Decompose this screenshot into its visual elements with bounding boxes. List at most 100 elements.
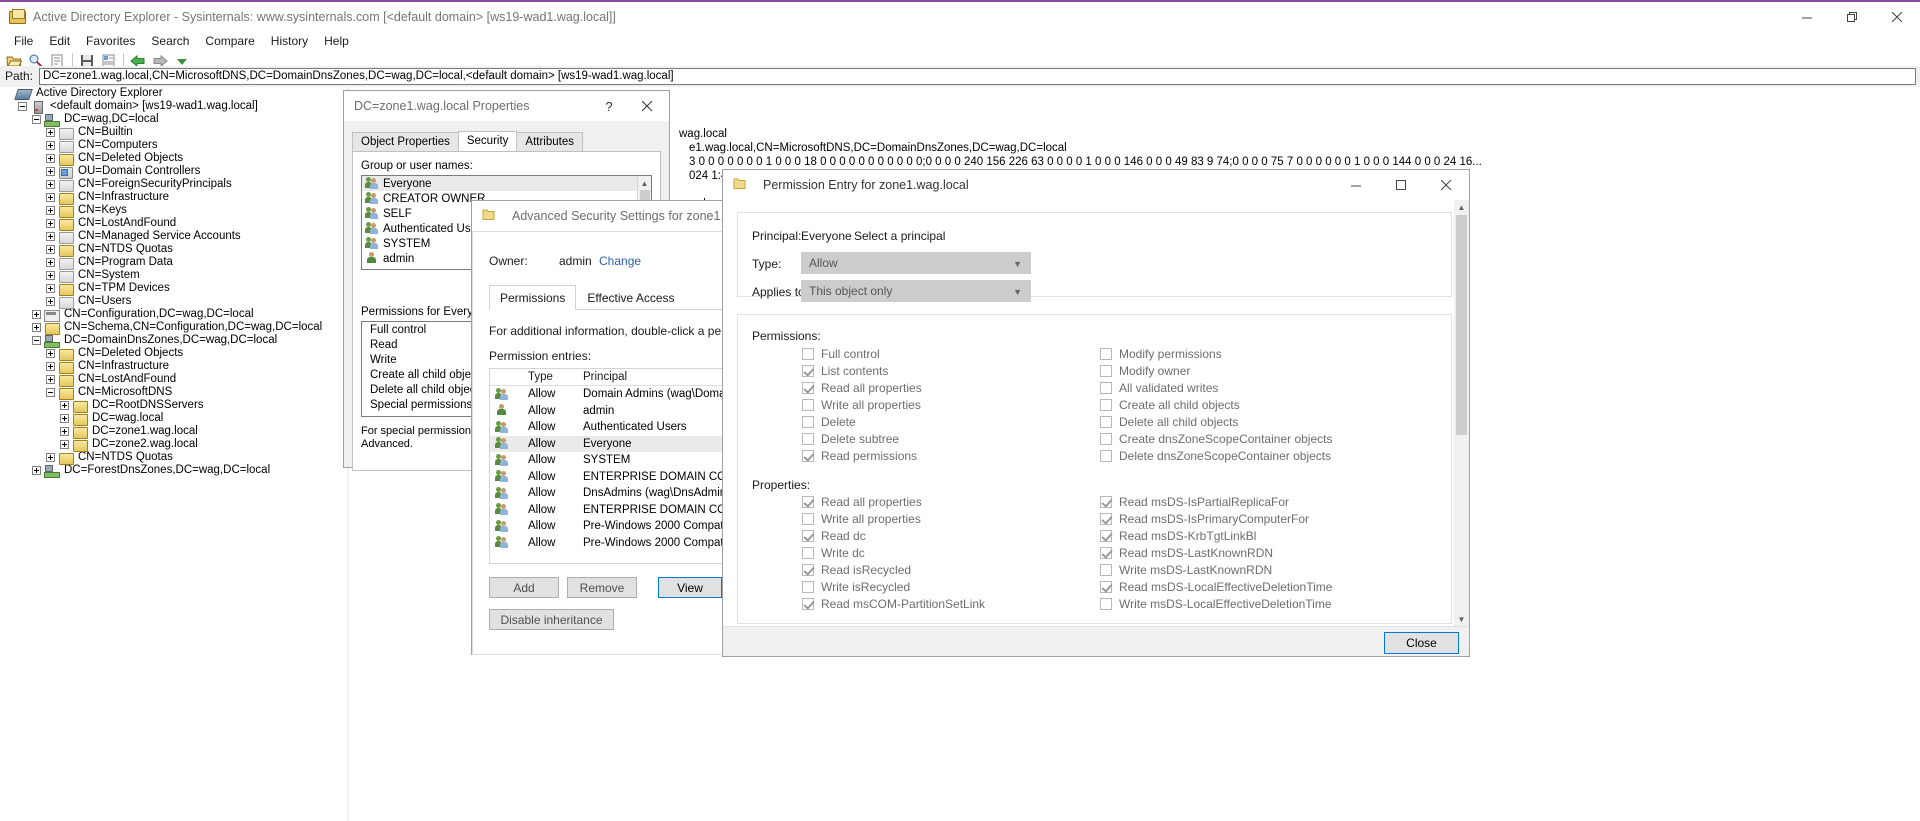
tab-effective-access[interactable]: Effective Access — [576, 285, 685, 310]
permission-checkbox-row[interactable]: Read msDS-KrbTgtLinkBl — [1100, 529, 1256, 543]
tab-object-properties[interactable]: Object Properties — [352, 132, 459, 151]
tree-item[interactable]: CN=NTDS Quotas — [0, 451, 348, 465]
scroll-down-icon[interactable]: ▼ — [1454, 612, 1469, 627]
permission-checkbox-row[interactable]: List contents — [802, 364, 888, 378]
close-button[interactable]: Close — [1384, 632, 1459, 654]
expand-icon[interactable] — [46, 297, 55, 306]
collapse-icon[interactable] — [46, 388, 55, 397]
permission-checkbox-row[interactable]: Read all properties — [802, 381, 922, 395]
tree-item[interactable]: DC=RootDNSServers — [0, 399, 348, 413]
tree-item[interactable]: CN=Infrastructure — [0, 191, 348, 205]
permission-checkbox-row[interactable]: Modify permissions — [1100, 347, 1222, 361]
permission-checkbox-row[interactable]: Full control — [802, 347, 880, 361]
checked-checkbox-icon[interactable] — [802, 564, 814, 576]
unchecked-checkbox-icon[interactable] — [802, 581, 814, 593]
permission-checkbox-row[interactable]: Write msDS-LocalEffectiveDeletionTime — [1100, 597, 1332, 611]
scroll-up-icon[interactable]: ▲ — [1454, 200, 1469, 215]
permission-checkbox-row[interactable]: All validated writes — [1100, 381, 1218, 395]
expand-icon[interactable] — [32, 323, 41, 332]
permission-checkbox-row[interactable]: Read msCOM-PartitionSetLink — [802, 597, 985, 611]
menu-edit[interactable]: Edit — [41, 33, 78, 49]
expand-icon[interactable] — [46, 232, 55, 241]
tab-security[interactable]: Security — [457, 131, 518, 151]
help-icon[interactable]: ? — [593, 91, 625, 121]
expand-icon[interactable] — [46, 258, 55, 267]
close-icon[interactable] — [625, 91, 669, 121]
expand-icon[interactable] — [46, 362, 55, 371]
permission-checkbox-row[interactable]: Read isRecycled — [802, 563, 911, 577]
checked-checkbox-icon[interactable] — [1100, 530, 1112, 542]
tree-item[interactable]: DC=ForestDnsZones,DC=wag,DC=local — [0, 464, 348, 478]
owner-change-link[interactable]: Change — [599, 254, 641, 268]
unchecked-checkbox-icon[interactable] — [802, 433, 814, 445]
permission-checkbox-row[interactable]: Read msDS-LastKnownRDN — [1100, 546, 1273, 560]
remove-button[interactable]: Remove — [567, 577, 637, 598]
permission-checkbox-row[interactable]: Read msDS-IsPartialReplicaFor — [1100, 495, 1289, 509]
expand-icon[interactable] — [60, 401, 69, 410]
permission-checkbox-row[interactable]: Create dnsZoneScopeContainer objects — [1100, 432, 1332, 446]
restore-icon[interactable] — [1830, 2, 1875, 32]
expand-icon[interactable] — [60, 414, 69, 423]
unchecked-checkbox-icon[interactable] — [1100, 433, 1112, 445]
tree-item[interactable]: CN=TPM Devices — [0, 282, 348, 296]
tree-item[interactable]: DC=wag.local — [0, 412, 348, 426]
add-button[interactable]: Add — [489, 577, 559, 598]
expand-icon[interactable] — [46, 349, 55, 358]
expand-icon[interactable] — [46, 128, 55, 137]
permission-checkbox-row[interactable]: Read msDS-IsPrimaryComputerFor — [1100, 512, 1309, 526]
collapse-icon[interactable] — [32, 336, 41, 345]
select-a-principal-link[interactable]: Select a principal — [854, 229, 945, 243]
menu-compare[interactable]: Compare — [197, 33, 262, 49]
expand-icon[interactable] — [46, 245, 55, 254]
close-icon[interactable] — [1875, 2, 1920, 32]
disable-inheritance-button[interactable]: Disable inheritance — [489, 609, 614, 630]
tree-item[interactable]: CN=ForeignSecurityPrincipals — [0, 178, 348, 192]
expand-icon[interactable] — [46, 271, 55, 280]
applies-to-dropdown[interactable]: This object only ▼ — [801, 280, 1031, 302]
type-column-header[interactable]: Type — [523, 369, 578, 385]
expand-icon[interactable] — [46, 193, 55, 202]
scroll-up-icon[interactable]: ▲ — [638, 176, 651, 190]
checked-checkbox-icon[interactable] — [802, 598, 814, 610]
permission-checkbox-row[interactable]: Delete — [802, 415, 856, 429]
scrollbar-thumb[interactable] — [1456, 215, 1467, 435]
expand-icon[interactable] — [46, 375, 55, 384]
unchecked-checkbox-icon[interactable] — [802, 416, 814, 428]
permission-checkbox-row[interactable]: Delete dnsZoneScopeContainer objects — [1100, 449, 1331, 463]
unchecked-checkbox-icon[interactable] — [1100, 382, 1112, 394]
expand-icon[interactable] — [60, 440, 69, 449]
permission-checkbox-row[interactable]: Write dc — [802, 546, 865, 560]
unchecked-checkbox-icon[interactable] — [1100, 348, 1112, 360]
directory-tree[interactable]: Active Directory Explorer <default domain… — [0, 87, 348, 821]
collapse-icon[interactable] — [18, 102, 27, 111]
menu-help[interactable]: Help — [316, 33, 357, 49]
principal-column-header[interactable]: Principal — [578, 369, 723, 385]
expand-icon[interactable] — [60, 427, 69, 436]
permission-checkbox-row[interactable]: Read msDS-LocalEffectiveDeletionTime — [1100, 580, 1332, 594]
permission-checkbox-row[interactable]: Read permissions — [802, 449, 917, 463]
unchecked-checkbox-icon[interactable] — [1100, 416, 1112, 428]
permission-checkbox-row[interactable]: Write msDS-LastKnownRDN — [1100, 563, 1272, 577]
checked-checkbox-icon[interactable] — [1100, 513, 1112, 525]
tree-item[interactable]: CN=Program Data — [0, 256, 348, 270]
unchecked-checkbox-icon[interactable] — [1100, 564, 1112, 576]
permission-checkbox-row[interactable]: Read all properties — [802, 495, 922, 509]
type-dropdown[interactable]: Allow ▼ — [801, 252, 1031, 274]
path-input[interactable]: DC=zone1.wag.local,CN=MicrosoftDNS,DC=Do… — [39, 67, 1916, 85]
unchecked-checkbox-icon[interactable] — [1100, 598, 1112, 610]
expand-icon[interactable] — [46, 167, 55, 176]
tree-item[interactable]: CN=Computers — [0, 139, 348, 153]
tree-item[interactable]: DC=wag,DC=local — [0, 113, 348, 127]
maximize-icon[interactable] — [1379, 170, 1424, 200]
permission-checkbox-row[interactable]: Read dc — [802, 529, 866, 543]
unchecked-checkbox-icon[interactable] — [1100, 399, 1112, 411]
expand-icon[interactable] — [46, 141, 55, 150]
menu-history[interactable]: History — [263, 33, 316, 49]
menu-search[interactable]: Search — [143, 33, 197, 49]
minimize-icon[interactable] — [1334, 170, 1379, 200]
tree-item[interactable]: CN=Deleted Objects — [0, 152, 348, 166]
scrollbar-track[interactable] — [1454, 215, 1469, 612]
permission-checkbox-row[interactable]: Write all properties — [802, 512, 921, 526]
tree-item[interactable]: CN=Builtin — [0, 126, 348, 140]
permission-checkbox-row[interactable]: Write isRecycled — [802, 580, 910, 594]
